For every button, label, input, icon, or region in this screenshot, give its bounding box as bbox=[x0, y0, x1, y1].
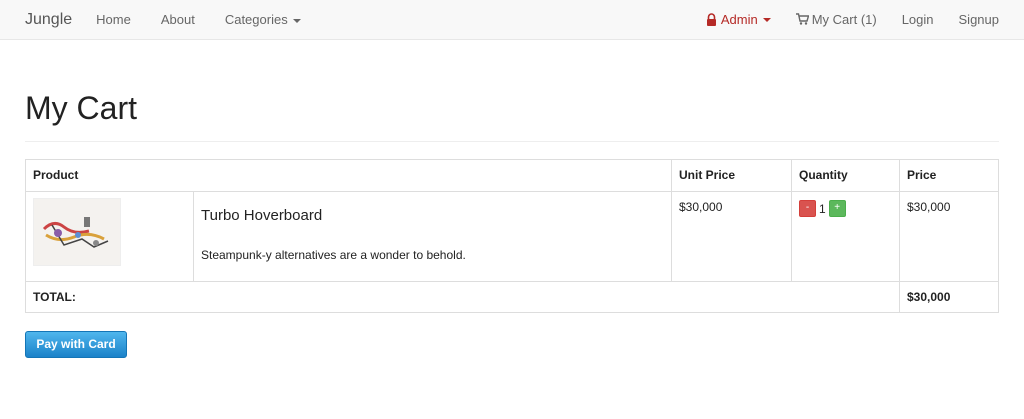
header-unit-price: Unit Price bbox=[671, 159, 792, 192]
decrease-quantity-button[interactable]: - bbox=[799, 200, 816, 217]
cart-icon bbox=[795, 13, 809, 25]
product-image-cell bbox=[25, 191, 194, 282]
nav-signup[interactable]: Signup bbox=[959, 12, 999, 27]
brand-link[interactable]: Jungle bbox=[25, 11, 72, 29]
total-value: $30,000 bbox=[899, 281, 999, 313]
product-illustration bbox=[34, 199, 120, 265]
nav-login[interactable]: Login bbox=[902, 12, 934, 27]
product-name[interactable]: Turbo Hoverboard bbox=[201, 207, 664, 224]
caret-down-icon bbox=[292, 18, 301, 23]
product-description: Steampunk-y alternatives are a wonder to… bbox=[201, 248, 466, 262]
increase-quantity-button[interactable]: + bbox=[828, 200, 846, 217]
header-price: Price bbox=[899, 159, 999, 192]
nav-categories[interactable]: Categories bbox=[225, 12, 301, 27]
unit-price-cell: $30,000 bbox=[671, 191, 792, 282]
price-cell: $30,000 bbox=[899, 191, 999, 282]
nav-left: Home About Categories bbox=[96, 12, 331, 27]
quantity-cell: -1 + bbox=[791, 191, 900, 282]
nav-right: Admin My Cart (1) Login Signup bbox=[681, 12, 1024, 27]
table-row: Turbo Hoverboard Steampunk-y alternative… bbox=[25, 191, 999, 282]
total-row: TOTAL: $30,000 bbox=[25, 281, 999, 313]
nav-admin[interactable]: Admin bbox=[706, 12, 771, 27]
product-image[interactable] bbox=[33, 198, 121, 266]
nav-home[interactable]: Home bbox=[96, 12, 131, 27]
product-info-cell: Turbo Hoverboard Steampunk-y alternative… bbox=[193, 191, 672, 282]
page-title: My Cart bbox=[25, 40, 999, 142]
nav-categories-label: Categories bbox=[224, 12, 288, 27]
cart-table: Product Unit Price Quantity Price Turbo … bbox=[25, 159, 999, 313]
quantity-value: 1 bbox=[819, 201, 826, 216]
header-quantity: Quantity bbox=[791, 159, 900, 192]
nav-about[interactable]: About bbox=[161, 12, 195, 27]
navbar: Jungle Home About Categories Admin My Ca… bbox=[0, 0, 1024, 40]
nav-admin-label: Admin bbox=[720, 12, 758, 27]
total-label: TOTAL: bbox=[25, 281, 900, 313]
table-header-row: Product Unit Price Quantity Price bbox=[25, 159, 999, 192]
main-content: My Cart Product Unit Price Quantity Pric… bbox=[0, 40, 1024, 358]
caret-down-icon bbox=[762, 17, 771, 22]
nav-cart-label: My Cart (1) bbox=[811, 12, 877, 27]
pay-with-card-button[interactable]: Pay with Card bbox=[25, 331, 127, 358]
header-product: Product bbox=[25, 159, 672, 192]
lock-icon bbox=[706, 13, 716, 26]
nav-cart[interactable]: My Cart (1) bbox=[795, 12, 877, 27]
